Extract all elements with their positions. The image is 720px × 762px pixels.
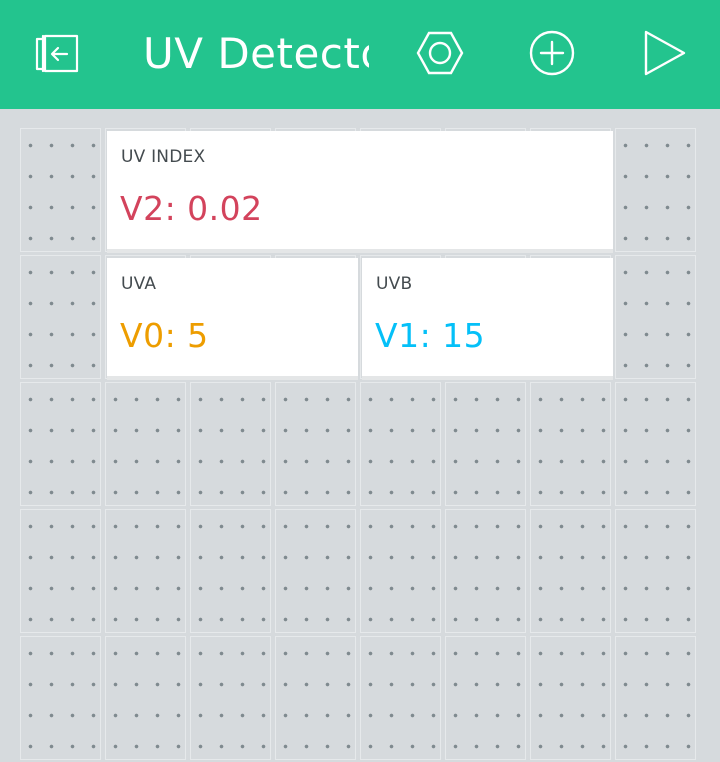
widget-label: UVB bbox=[376, 274, 413, 294]
uva-widget[interactable]: UVA V0: 5 bbox=[107, 258, 358, 380]
grid-cell bbox=[530, 509, 611, 633]
grid-cell bbox=[105, 636, 186, 760]
grid-cell bbox=[445, 509, 526, 633]
widget-label: UVA bbox=[121, 274, 157, 294]
add-widget-icon[interactable] bbox=[527, 28, 577, 78]
grid-cell bbox=[615, 509, 696, 633]
project-title: UV Detector bbox=[143, 29, 369, 78]
play-icon[interactable] bbox=[640, 28, 690, 78]
settings-nut-icon[interactable] bbox=[415, 28, 465, 78]
grid-cell bbox=[530, 382, 611, 506]
grid-cell bbox=[20, 382, 101, 506]
grid-cell bbox=[275, 509, 356, 633]
widget-label: UV INDEX bbox=[121, 147, 206, 167]
grid-cell bbox=[445, 382, 526, 506]
grid-cell bbox=[190, 509, 271, 633]
grid-cell bbox=[615, 128, 696, 252]
grid-cell bbox=[105, 382, 186, 506]
grid-cell bbox=[20, 255, 101, 379]
widget-value: V2: 0.02 bbox=[120, 189, 263, 228]
exit-icon[interactable] bbox=[30, 28, 80, 78]
grid-cell bbox=[20, 509, 101, 633]
grid-cell bbox=[530, 636, 611, 760]
grid-cell bbox=[360, 382, 441, 506]
grid-cell bbox=[190, 382, 271, 506]
widget-value: V0: 5 bbox=[120, 316, 209, 355]
grid-cell bbox=[20, 636, 101, 760]
uv-index-widget[interactable]: UV INDEX V2: 0.02 bbox=[107, 131, 613, 253]
widget-value: V1: 15 bbox=[375, 316, 486, 355]
grid-cell bbox=[615, 382, 696, 506]
widget-canvas: UV INDEX V2: 0.02 UVA V0: 5 UVB V1: 15 bbox=[20, 128, 700, 762]
grid-cell bbox=[615, 255, 696, 379]
grid-cell bbox=[360, 509, 441, 633]
grid-cell bbox=[275, 636, 356, 760]
top-bar: UV Detector bbox=[0, 0, 720, 109]
grid-cell bbox=[445, 636, 526, 760]
grid-cell bbox=[105, 509, 186, 633]
grid-cell bbox=[20, 128, 101, 252]
grid-cell bbox=[190, 636, 271, 760]
grid-cell bbox=[615, 636, 696, 760]
uvb-widget[interactable]: UVB V1: 15 bbox=[362, 258, 613, 380]
grid-cell bbox=[275, 382, 356, 506]
grid-cell bbox=[360, 636, 441, 760]
